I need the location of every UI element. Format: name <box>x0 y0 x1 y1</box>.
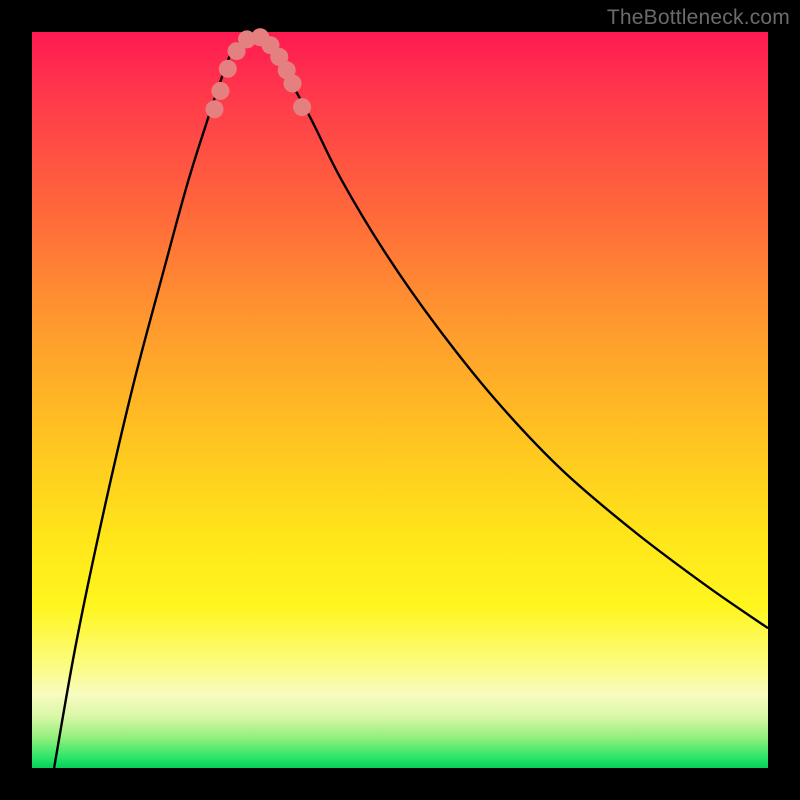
marker-dot <box>211 82 229 100</box>
bottleneck-curve <box>54 32 768 768</box>
marker-dot <box>293 98 311 116</box>
marker-dot <box>206 100 224 118</box>
marker-group <box>206 28 312 118</box>
chart-frame: TheBottleneck.com <box>0 0 800 800</box>
watermark-text: TheBottleneck.com <box>607 6 790 30</box>
plot-area <box>32 32 768 768</box>
curve-layer <box>32 32 768 768</box>
marker-dot <box>219 60 237 78</box>
marker-dot <box>284 75 302 93</box>
